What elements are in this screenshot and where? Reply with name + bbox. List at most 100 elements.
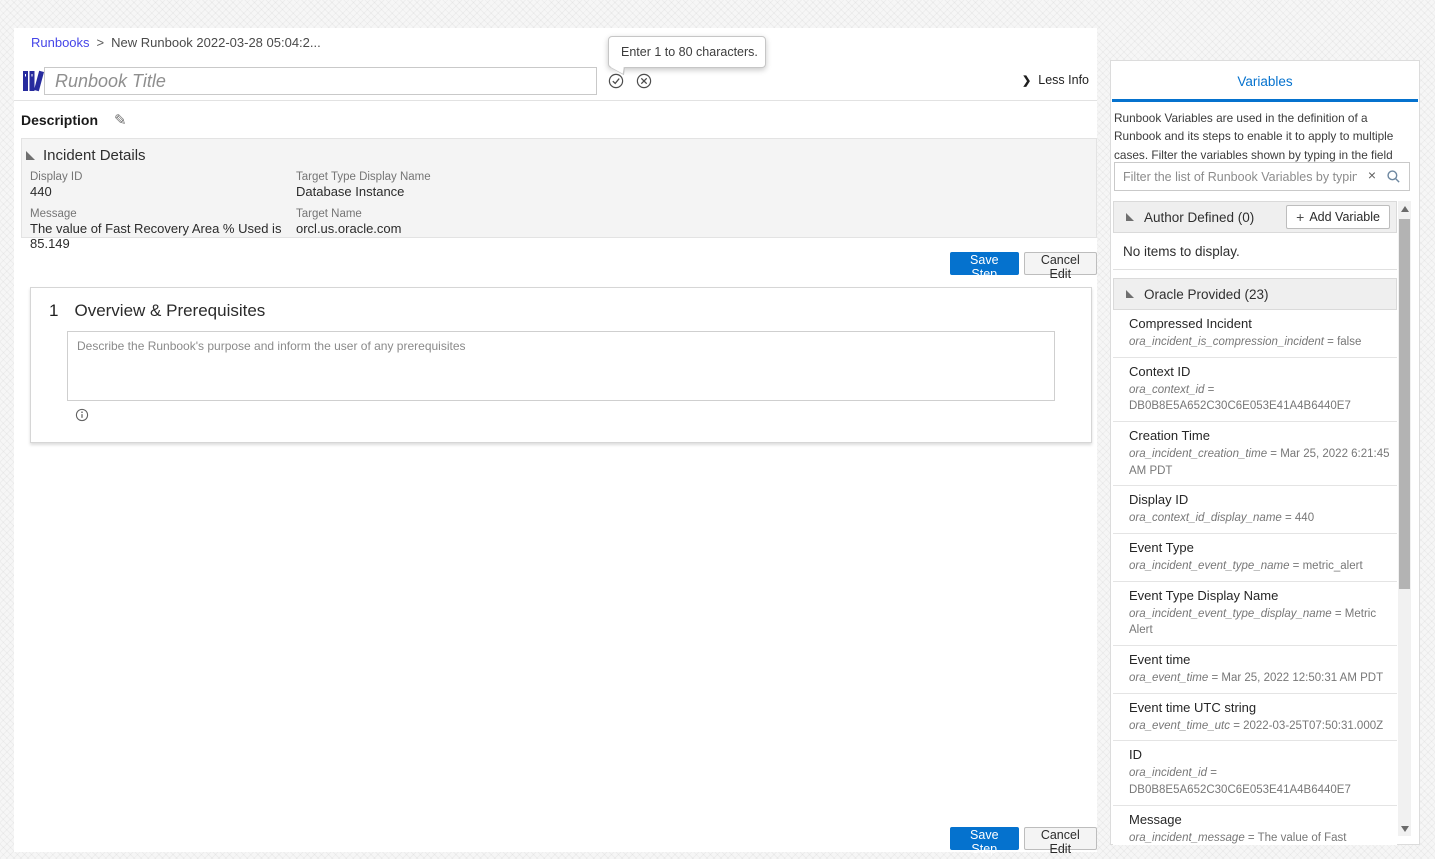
collapse-triangle-icon xyxy=(1126,290,1134,298)
variable-expression: ora_incident_message = The value of Fast… xyxy=(1129,830,1393,845)
tooltip-text: Enter 1 to 80 characters. xyxy=(621,45,758,59)
variable-row[interactable]: Creation Time ora_incident_creation_time… xyxy=(1113,422,1397,487)
variable-var: ora_incident_is_compression_incident xyxy=(1129,336,1324,348)
variable-var: ora_incident_message xyxy=(1129,831,1245,844)
field-value: Database Instance xyxy=(296,184,405,199)
header-divider xyxy=(14,100,1097,101)
field-value: The value of Fast Recovery Area % Used i… xyxy=(30,221,282,251)
step-card: 1 Overview & Prerequisites xyxy=(30,287,1092,443)
variables-panel: Variables Runbook Variables are used in … xyxy=(1110,60,1420,845)
scrollbar-thumb[interactable] xyxy=(1399,219,1410,589)
incident-field-target-name: Target Name orcl.us.oracle.com xyxy=(296,208,1092,251)
tab-variables[interactable]: Variables xyxy=(1111,74,1419,89)
chevron-right-icon: ❯ xyxy=(1022,74,1032,87)
search-icon[interactable] xyxy=(1386,169,1401,189)
cancel-edit-button-bottom[interactable]: Cancel Edit xyxy=(1023,827,1097,856)
incident-field-message: Message The value of Fast Recovery Area … xyxy=(30,208,296,251)
variable-name: Display ID xyxy=(1129,492,1189,508)
variable-var: ora_incident_id xyxy=(1129,767,1208,780)
variable-var: ora_incident_event_type_display_name xyxy=(1129,607,1332,620)
variable-name: Compressed Incident xyxy=(1129,316,1252,331)
variable-expression: ora_event_time = Mar 25, 2022 12:50:31 A… xyxy=(1129,670,1393,687)
author-defined-empty-text: No items to display. xyxy=(1113,233,1397,270)
save-step-button[interactable]: Save Step xyxy=(950,252,1019,281)
variable-value: = 440 xyxy=(1281,512,1315,525)
variable-row[interactable]: Display ID ora_context_id_display_name =… xyxy=(1113,486,1397,535)
oracle-provided-list: Compressed Incident ora_incident_is_comp… xyxy=(1113,310,1397,845)
variable-value: = false xyxy=(1323,336,1362,348)
variable-var: ora_incident_event_type_name xyxy=(1129,560,1290,573)
tab-active-underline xyxy=(1112,99,1418,102)
scrollbar-up-arrow-icon[interactable] xyxy=(1398,202,1411,215)
variable-name: Event Type Display Name xyxy=(1129,587,1279,603)
incident-details-section: Incident Details Display ID 440 Target T… xyxy=(21,138,1097,251)
variable-expression: ora_incident_event_type_name = metric_al… xyxy=(1129,558,1393,575)
add-variable-label: Add Variable xyxy=(1309,210,1380,224)
validation-tooltip: Enter 1 to 80 characters. xyxy=(608,36,766,76)
oracle-provided-title: Oracle Provided (23) xyxy=(1144,286,1269,302)
variable-row[interactable]: Message ora_incident_message = The value… xyxy=(1113,805,1397,845)
scrollbar-down-arrow-icon[interactable] xyxy=(1398,822,1411,835)
variable-row[interactable]: Event time ora_event_time = Mar 25, 2022… xyxy=(1113,646,1397,694)
field-label: Display ID xyxy=(30,171,83,183)
variable-name: Event time xyxy=(1129,652,1191,668)
variable-expression: ora_incident_id = DB0B8E5A652C30C6E053E4… xyxy=(1129,765,1393,798)
variable-expression: ora_context_id = DB0B8E5A652C30C6E053E41… xyxy=(1129,382,1393,415)
variables-filter-input[interactable] xyxy=(1114,162,1410,191)
variable-expression: ora_incident_event_type_display_name = M… xyxy=(1129,606,1393,639)
variable-var: ora_incident_creation_time xyxy=(1129,448,1268,461)
author-defined-header[interactable]: Author Defined (0) + Add Variable xyxy=(1113,201,1397,233)
info-icon[interactable] xyxy=(75,408,89,427)
variables-scrollbar[interactable] xyxy=(1398,201,1411,836)
oracle-provided-header[interactable]: Oracle Provided (23) xyxy=(1113,278,1397,310)
step-description-textarea[interactable] xyxy=(67,331,1055,401)
less-info-label: Less Info xyxy=(1038,73,1089,87)
field-label: Message xyxy=(30,208,77,220)
variable-row[interactable]: ID ora_incident_id = DB0B8E5A652C30C6E05… xyxy=(1113,741,1397,806)
breadcrumb-current: New Runbook 2022-03-28 05:04:2... xyxy=(111,35,321,50)
variable-expression: ora_context_id_display_name = 440 xyxy=(1129,510,1393,527)
variable-row[interactable]: Context ID ora_context_id = DB0B8E5A652C… xyxy=(1113,357,1397,423)
less-info-toggle[interactable]: ❯ Less Info xyxy=(1022,73,1089,87)
variable-name: Context ID xyxy=(1129,363,1191,379)
variable-expression: ora_incident_creation_time = Mar 25, 202… xyxy=(1129,446,1393,479)
variable-value: = 2022-03-25T07:50:31.000Z xyxy=(1230,719,1384,732)
breadcrumb: Runbooks > New Runbook 2022-03-28 05:04:2.… xyxy=(31,35,321,50)
edit-pencil-icon[interactable]: ✎ xyxy=(114,111,127,129)
variable-var: ora_event_time_utc xyxy=(1129,719,1231,732)
variable-row[interactable]: Event Type ora_incident_event_type_name … xyxy=(1113,534,1397,582)
confirm-title-icon[interactable] xyxy=(608,73,624,89)
variable-name: Event time UTC string xyxy=(1129,699,1257,715)
collapse-triangle-icon xyxy=(1126,213,1134,221)
incident-field-target-type: Target Type Display Name Database Instan… xyxy=(296,171,1092,199)
cancel-title-icon[interactable] xyxy=(636,73,652,89)
variable-expression: ora_incident_is_compression_incident = f… xyxy=(1129,334,1393,351)
variable-value: = Mar 25, 2022 12:50:31 AM PDT xyxy=(1208,672,1384,685)
description-label: Description xyxy=(21,112,99,128)
cancel-edit-button[interactable]: Cancel Edit xyxy=(1023,252,1097,281)
field-label: Target Type Display Name xyxy=(296,171,431,183)
plus-icon: + xyxy=(1296,209,1305,225)
add-variable-button[interactable]: + Add Variable xyxy=(1286,205,1390,229)
variable-row[interactable]: Event Type Display Name ora_incident_eve… xyxy=(1113,581,1397,647)
incident-details-collapse-header[interactable]: Incident Details xyxy=(26,147,1092,164)
variable-value: = metric_alert xyxy=(1289,560,1363,573)
breadcrumb-separator: > xyxy=(96,35,105,50)
variable-name: ID xyxy=(1129,747,1142,763)
variable-var: ora_context_id_display_name xyxy=(1129,512,1282,525)
incident-details-title: Incident Details xyxy=(43,147,146,164)
variable-name: Event Type xyxy=(1129,540,1194,556)
variables-list: Author Defined (0) + Add Variable No ite… xyxy=(1113,201,1397,845)
variable-row[interactable]: Event time UTC string ora_event_time_utc… xyxy=(1113,693,1397,742)
variable-row[interactable]: Compressed Incident ora_incident_is_comp… xyxy=(1113,310,1397,358)
variable-name: Message xyxy=(1129,811,1182,827)
field-label: Target Name xyxy=(296,208,362,220)
collapse-triangle-icon xyxy=(26,151,35,160)
main-content-card: Runbooks > New Runbook 2022-03-28 05:04:2.… xyxy=(14,28,1097,856)
clear-filter-icon[interactable]: × xyxy=(1368,168,1376,182)
save-step-button-bottom[interactable]: Save Step xyxy=(950,827,1019,856)
variable-var: ora_context_id xyxy=(1129,383,1205,396)
field-value: 440 xyxy=(30,184,52,199)
breadcrumb-runbooks-link[interactable]: Runbooks xyxy=(31,35,90,50)
runbook-title-input[interactable] xyxy=(44,67,597,95)
